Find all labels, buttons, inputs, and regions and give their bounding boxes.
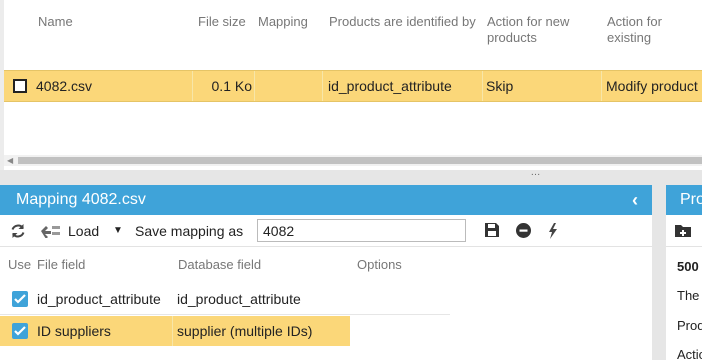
floppy-icon[interactable] xyxy=(485,223,499,240)
load-button[interactable]: Load xyxy=(68,215,99,247)
mapping-table-header: Use File field Database field Options xyxy=(0,247,652,283)
cell-action-existing: Modify product xyxy=(606,78,698,94)
column-header-mapping[interactable]: Mapping xyxy=(258,14,308,30)
column-header-options: Options xyxy=(357,257,402,272)
cell-file-field: ID suppliers xyxy=(37,323,111,339)
column-header-database-field: Database field xyxy=(178,257,262,272)
mapping-panel: Mapping 4082.csv ‹ Load ▼ Save mapping a… xyxy=(0,185,652,360)
right-panel-line-1: 500 xyxy=(677,259,699,274)
right-panel-line-2: The xyxy=(677,288,700,303)
cell-action-new: Skip xyxy=(486,78,514,94)
table-row[interactable]: 4082.csv 0.1 Ko id_product_attribute Ski… xyxy=(4,70,702,102)
import-files-grid: Name File size Mapping Products are iden… xyxy=(0,0,702,170)
cell-name: 4082.csv xyxy=(36,78,93,94)
cell-file-field: id_product_attribute xyxy=(37,291,161,307)
add-folder-icon[interactable] xyxy=(675,224,691,240)
row-checkbox[interactable] xyxy=(13,79,27,93)
right-panel: Pro 500 The Prod Actio xyxy=(666,185,702,360)
column-header-file-field: File field xyxy=(37,257,86,272)
grid-header: Name File size Mapping Products are iden… xyxy=(4,0,702,68)
mapping-toolbar: Load ▼ Save mapping as xyxy=(0,215,652,247)
column-header-name[interactable]: Name xyxy=(38,14,73,30)
right-panel-title: Pro xyxy=(666,185,702,215)
right-panel-line-4: Actio xyxy=(677,347,702,360)
column-header-action-existing[interactable]: Action for existing products xyxy=(607,14,702,46)
mapping-panel-title: Mapping 4082.csv xyxy=(16,191,146,208)
load-icon[interactable] xyxy=(40,224,62,241)
splitter-handle[interactable]: … xyxy=(528,168,544,180)
cell-identified-by: id_product_attribute xyxy=(328,78,452,94)
right-panel-toolbar xyxy=(666,215,702,247)
mapping-name-input[interactable] xyxy=(257,219,466,242)
column-header-use: Use xyxy=(8,257,32,272)
horizontal-scrollbar[interactable]: ◀ xyxy=(4,155,702,166)
cell-database-field[interactable]: id_product_attribute xyxy=(177,283,301,315)
refresh-icon[interactable] xyxy=(10,223,26,242)
column-header-file-size[interactable]: File size xyxy=(198,14,246,30)
column-header-identified-by[interactable]: Products are identified by xyxy=(329,14,476,30)
lightning-icon[interactable] xyxy=(548,223,558,242)
table-row[interactable]: ID suppliers supplier (multiple IDs) xyxy=(0,316,350,346)
table-row[interactable]: id_product_attribute id_product_attribut… xyxy=(0,283,450,315)
column-header-action-new[interactable]: Action for new products xyxy=(487,14,597,46)
scrollbar-thumb[interactable] xyxy=(18,157,702,164)
right-panel-line-3: Prod xyxy=(677,318,702,333)
mapping-panel-header: Mapping 4082.csv ‹ xyxy=(0,185,652,215)
cell-file-size: 0.1 Ko xyxy=(211,78,252,94)
cell-database-field[interactable]: supplier (multiple IDs) xyxy=(177,316,312,346)
use-checkbox[interactable] xyxy=(12,323,28,339)
collapse-chevron-icon[interactable]: ‹ xyxy=(632,185,638,215)
cell-mapping xyxy=(256,71,322,101)
minus-circle-icon[interactable] xyxy=(516,223,531,241)
scroll-left-arrow-icon[interactable]: ◀ xyxy=(7,156,13,165)
use-checkbox[interactable] xyxy=(12,291,28,307)
chevron-down-icon[interactable]: ▼ xyxy=(113,215,123,247)
save-mapping-label: Save mapping as xyxy=(135,223,244,239)
